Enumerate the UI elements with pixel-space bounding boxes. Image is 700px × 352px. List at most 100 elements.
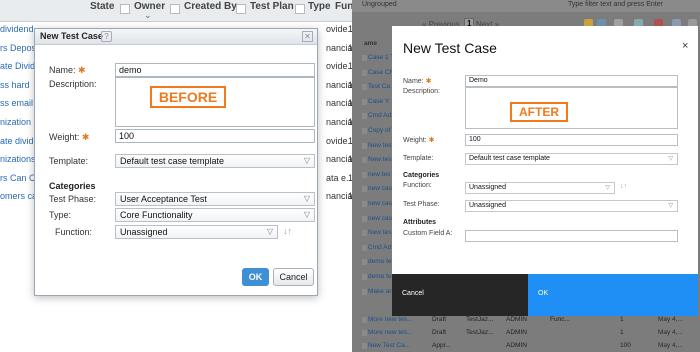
row-checkbox[interactable] [362, 157, 367, 164]
row-checkbox[interactable] [362, 244, 367, 251]
cancel-button[interactable]: Cancel [273, 268, 314, 286]
row-name[interactable]: ate divide [0, 136, 39, 146]
row-checkbox[interactable] [362, 113, 367, 120]
group-select[interactable]: Ungrouped [362, 1, 397, 8]
template-select[interactable]: Default test case template ▽ [465, 153, 678, 165]
custom-field-a-input[interactable] [465, 230, 678, 242]
ok-button[interactable]: OK [528, 274, 698, 316]
row-name[interactable]: New tes [368, 142, 391, 149]
row-checkbox[interactable] [362, 343, 367, 349]
row-name[interactable]: Case Y [368, 98, 389, 105]
row-modified: May 4,... [658, 316, 683, 323]
row-name[interactable]: ate Divid [0, 61, 35, 71]
row-name[interactable]: More new tes... [368, 329, 412, 336]
dialog-footer: Cancel OK [392, 274, 698, 316]
row-checkbox[interactable] [362, 69, 367, 76]
sort-icon[interactable]: ↓↑ [620, 183, 627, 190]
row-name[interactable]: nizations [0, 154, 36, 164]
row-name[interactable]: Case 1 T [368, 54, 394, 61]
row-name[interactable]: Cmd Ad [368, 112, 391, 119]
col-state[interactable]: State [90, 1, 114, 12]
row-name[interactable]: Test Ca [368, 83, 390, 90]
template-label: Template: [49, 156, 89, 166]
col-name[interactable]: ame [364, 40, 377, 47]
dropdown-arrow-icon: ▽ [266, 227, 273, 236]
test-phase-label: Test Phase: [403, 201, 440, 208]
row-checkbox[interactable] [362, 84, 367, 91]
row-name[interactable]: New Test Ca... [368, 342, 410, 349]
type-select[interactable]: Core Functionality ▽ [115, 208, 315, 222]
row-checkbox[interactable] [362, 201, 367, 207]
row-name[interactable]: demo te [368, 273, 392, 280]
template-select[interactable]: Default test case template ▽ [115, 154, 315, 168]
table-row[interactable]: More new tes... Draft TestJaz... ADMIN 1 May … [352, 327, 700, 339]
close-icon[interactable]: ✕ [302, 31, 313, 42]
row-name[interactable]: new cas [368, 200, 392, 207]
description-textarea[interactable] [465, 87, 678, 129]
row-checkbox[interactable] [362, 55, 367, 61]
table-row[interactable]: New Test Ca... Appr... ADMIN 100 May 4,... [352, 340, 700, 352]
row-name[interactable]: nization [0, 117, 31, 127]
close-icon[interactable]: × [682, 40, 688, 52]
new-test-case-dialog: New Test Case ? ✕ Name: ✱ demo Descripti… [34, 28, 318, 296]
row-name[interactable]: ss email [0, 98, 33, 108]
row-checkbox[interactable] [362, 259, 367, 266]
row-name[interactable]: New tes [368, 156, 391, 163]
row-checkbox[interactable] [362, 330, 367, 336]
col-test-plan[interactable]: Test Plan [250, 1, 294, 12]
name-input[interactable]: demo [115, 63, 315, 77]
col-function[interactable]: Functio [335, 1, 352, 12]
row-checkbox[interactable] [362, 142, 367, 149]
col-type[interactable]: Type [308, 1, 331, 12]
row-name[interactable]: new cas [368, 185, 392, 192]
before-panel: State Owner Created By Test Plan Type Fu… [0, 0, 352, 352]
row-name[interactable]: More new tes... [368, 316, 412, 323]
row-name[interactable]: Cmd Ad [368, 244, 391, 251]
row-name[interactable]: rs Can C [0, 173, 36, 183]
row-checkbox[interactable] [362, 128, 367, 134]
function-select[interactable]: Unassigned ▽ [115, 225, 278, 239]
test-phase-select[interactable]: Unassigned ▽ [465, 200, 678, 212]
row-name[interactable]: rs Depos [0, 43, 36, 53]
dialog-title: New Test Case [403, 40, 497, 56]
row-name[interactable]: demo te [368, 258, 392, 265]
after-tag: AFTER [510, 102, 568, 122]
weight-input[interactable]: 100 [115, 129, 315, 143]
help-icon[interactable]: ? [101, 31, 112, 42]
col-checkbox[interactable] [120, 4, 130, 14]
row-name[interactable]: omers ca [0, 191, 37, 201]
col-checkbox[interactable] [236, 4, 246, 14]
dropdown-arrow-icon: ▽ [668, 156, 673, 162]
row-checkbox[interactable] [362, 186, 367, 193]
row-name[interactable]: new tes [368, 171, 390, 178]
description-label: Description: [49, 79, 97, 89]
row-checkbox[interactable] [362, 98, 367, 105]
row-name[interactable]: new cas [368, 215, 392, 222]
row-checkbox[interactable] [362, 171, 367, 178]
row-checkbox[interactable] [362, 215, 367, 222]
cancel-button[interactable]: Cancel [392, 274, 528, 316]
row-name[interactable]: Case Ch [368, 69, 393, 76]
row-checkbox[interactable] [362, 288, 367, 295]
ok-button[interactable]: OK [242, 268, 269, 286]
filter-input[interactable]: Type filter text and press Enter [568, 1, 663, 8]
col-checkbox[interactable] [295, 4, 305, 14]
row-name[interactable]: New tes [368, 229, 391, 236]
row-state: Appr... [432, 342, 451, 349]
row-checkbox[interactable] [362, 230, 367, 237]
test-phase-select[interactable]: User Acceptance Test ▽ [115, 192, 315, 206]
col-checkbox[interactable] [170, 4, 180, 14]
row-name[interactable]: ss hard [0, 80, 30, 90]
function-select[interactable]: Unassigned ▽ [465, 182, 615, 194]
sort-icon[interactable]: ↓↑ [283, 226, 292, 236]
row-name[interactable]: Copy of [368, 127, 390, 134]
col-created-by[interactable]: Created By [184, 1, 237, 12]
name-input[interactable]: Demo [465, 75, 678, 87]
after-panel: Ungrouped Type filter text and press Ent… [352, 0, 700, 352]
row-name[interactable]: dividend [0, 24, 34, 34]
row-name[interactable]: Make ar [368, 288, 391, 295]
chevron-down-icon[interactable]: ⌄ [144, 10, 152, 21]
weight-input[interactable]: 100 [465, 134, 678, 146]
row-checkbox[interactable] [362, 274, 367, 280]
row-checkbox[interactable] [362, 317, 367, 323]
